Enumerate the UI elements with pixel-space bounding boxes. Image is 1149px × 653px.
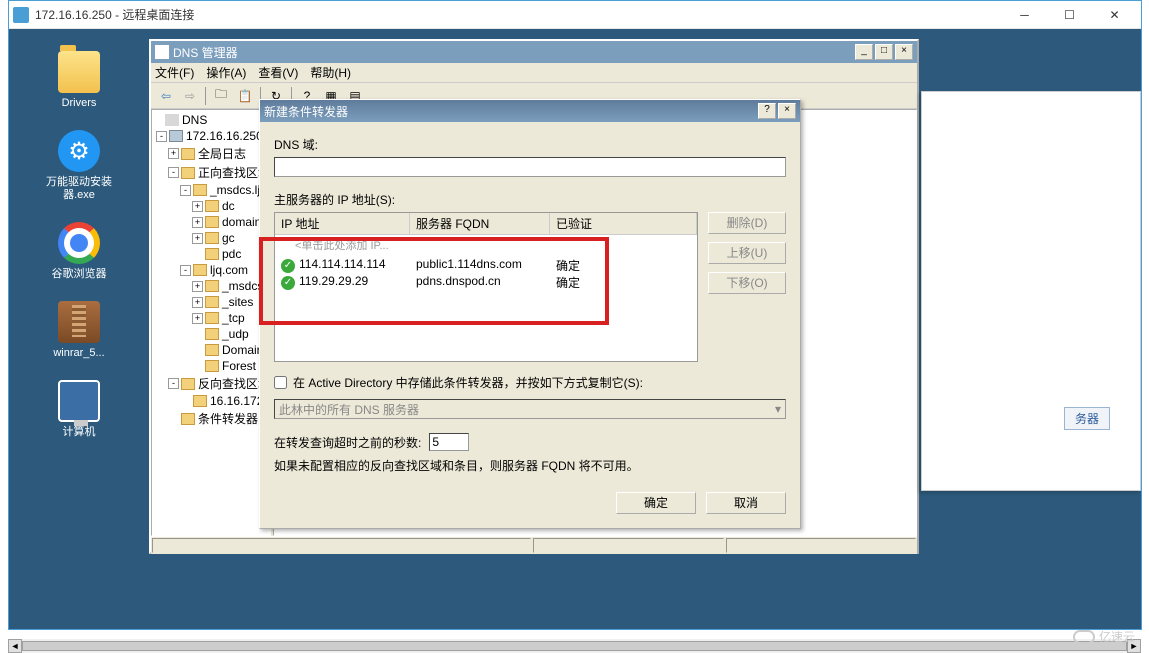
dialog-footer: 确定 取消 [274,492,786,514]
menu-action[interactable]: 操作(A) [206,64,246,81]
tree-conditional-forwarders[interactable]: 条件转发器 [152,409,270,428]
watermark: 亿速云 [1073,628,1135,645]
computer-icon [58,380,100,422]
cloud-icon [1073,630,1095,644]
tree-forestdns[interactable]: Forest [152,358,270,374]
remote-desktop: Drivers ⚙ 万能驱动安装器.exe 谷歌浏览器 winrar_5... … [9,29,1141,629]
desktop-area: Drivers ⚙ 万能驱动安装器.exe 谷歌浏览器 winrar_5... … [9,29,149,629]
minimize-button[interactable]: ─ [1002,2,1047,28]
col-fqdn[interactable]: 服务器 FQDN [410,213,550,234]
move-up-button[interactable]: 上移(U) [708,242,786,264]
right-panel: 务器 [921,91,1141,491]
rdp-icon [13,7,29,23]
tree-domain[interactable]: +domain [152,214,270,230]
tree-dc[interactable]: +dc [152,198,270,214]
up-button[interactable]: 🗀 [210,86,232,106]
store-in-ad-label: 在 Active Directory 中存储此条件转发器，并按如下方式复制它(S… [293,374,643,391]
maximize-button[interactable]: ☐ [1047,2,1092,28]
timeout-row: 在转发查询超时之前的秒数: [274,433,786,451]
dns-minimize-button[interactable]: _ [855,44,873,60]
tree-tcp[interactable]: +_tcp [152,310,270,326]
desktop-icon-winrar[interactable]: winrar_5... [39,301,119,360]
list-buttons: 删除(D) 上移(U) 下移(O) [708,212,786,362]
desktop-icon-computer[interactable]: 计算机 [39,380,119,439]
delete-button[interactable]: 删除(D) [708,212,786,234]
tree-gc[interactable]: +gc [152,230,270,246]
dns-domain-input[interactable] [274,157,786,177]
list-header: IP 地址 服务器 FQDN 已验证 [275,213,697,235]
rdp-title: 172.16.16.250 - 远程桌面连接 [35,6,1002,23]
dialog-body: DNS 域: 主服务器的 IP 地址(S): IP 地址 服务器 FQDN 已验… [260,122,800,528]
tree-reverse-zones[interactable]: -反向查找区域 [152,374,270,393]
menu-view[interactable]: 查看(V) [258,64,298,81]
folder-icon [58,51,100,93]
tree-zone-ljq[interactable]: -ljq.com [152,262,270,278]
forward-button[interactable]: ⇨ [179,86,201,106]
tree-pdc[interactable]: pdc [152,246,270,262]
server-button[interactable]: 务器 [1064,407,1110,430]
desktop-icon-driver-installer[interactable]: ⚙ 万能驱动安装器.exe [39,130,119,202]
move-down-button[interactable]: 下移(O) [708,272,786,294]
check-icon: ✓ [281,259,295,273]
desktop-icon-drivers[interactable]: Drivers [39,51,119,110]
dns-domain-label: DNS 域: [274,136,786,153]
scroll-thumb[interactable] [22,641,1127,651]
store-in-ad-row: 在 Active Directory 中存储此条件转发器，并按如下方式复制它(S… [274,374,786,391]
tree-sites[interactable]: +_sites [152,294,270,310]
tree-zone-msdcs[interactable]: -_msdcs.lj [152,182,270,198]
chevron-down-icon: ▾ [775,402,781,416]
tree-domaindns[interactable]: Domain [152,342,270,358]
tree-global-log[interactable]: +全局日志 [152,144,270,163]
tree-root[interactable]: DNS [152,112,270,128]
tree-server[interactable]: -172.16.16.250 [152,128,270,144]
conditional-forwarder-dialog: 新建条件转发器 ? × DNS 域: 主服务器的 IP 地址(S): IP 地址… [259,99,801,529]
rdp-window: 172.16.16.250 - 远程桌面连接 ─ ☐ ✕ Drivers ⚙ 万… [8,0,1142,630]
dialog-titlebar[interactable]: 新建条件转发器 ? × [260,100,800,122]
fqdn-note: 如果未配置相应的反向查找区域和条目，则服务器 FQDN 将不可用。 [274,457,786,474]
tree-reverse-zone-1[interactable]: 16.16.172 [152,393,270,409]
desktop-icon-chrome[interactable]: 谷歌浏览器 [39,222,119,281]
winrar-icon [58,301,100,343]
menubar: 文件(F) 操作(A) 查看(V) 帮助(H) [151,63,917,83]
col-ip[interactable]: IP 地址 [275,213,410,234]
col-validated[interactable]: 已验证 [550,213,697,234]
cancel-button[interactable]: 取消 [706,492,786,514]
tree-msdcs2[interactable]: +_msdcs [152,278,270,294]
store-in-ad-checkbox[interactable] [274,376,287,389]
properties-button[interactable]: 📋 [234,86,256,106]
replication-scope-select[interactable]: 此林中的所有 DNS 服务器 ▾ [274,399,786,419]
dns-app-icon [155,45,169,59]
server-row-0[interactable]: ✓114.114.114.114 public1.114dns.com 确定 [275,255,697,272]
menu-file[interactable]: 文件(F) [155,64,194,81]
dialog-help-button[interactable]: ? [758,103,776,119]
status-bar [151,536,917,554]
add-ip-placeholder[interactable]: <单击此处添加 IP... [275,235,697,255]
tree-pane[interactable]: DNS -172.16.16.250 +全局日志 -正向查找区域 -_msdcs… [151,109,271,536]
server-row-1[interactable]: ✓119.29.29.29 pdns.dnspod.cn 确定 [275,272,697,289]
chrome-icon [58,222,100,264]
rdp-titlebar[interactable]: 172.16.16.250 - 远程桌面连接 ─ ☐ ✕ [9,1,1141,29]
dns-maximize-button[interactable]: □ [875,44,893,60]
dns-titlebar[interactable]: DNS 管理器 _ □ × [151,41,917,63]
tree-udp[interactable]: _udp [152,326,270,342]
dialog-title: 新建条件转发器 [264,103,756,120]
master-servers-label: 主服务器的 IP 地址(S): [274,191,786,208]
menu-help[interactable]: 帮助(H) [310,64,351,81]
check-icon: ✓ [281,276,295,290]
tree-forward-zones[interactable]: -正向查找区域 [152,163,270,182]
dialog-close-button[interactable]: × [778,103,796,119]
horizontal-scrollbar[interactable]: ◄ ► [8,639,1141,653]
dns-close-button[interactable]: × [895,44,913,60]
back-button[interactable]: ⇦ [155,86,177,106]
timeout-input[interactable] [429,433,469,451]
scroll-left-icon[interactable]: ◄ [8,639,22,653]
timeout-label: 在转发查询超时之前的秒数: [274,434,421,451]
gear-icon: ⚙ [58,130,100,172]
close-button[interactable]: ✕ [1092,2,1137,28]
dns-title: DNS 管理器 [173,44,853,61]
master-servers-list[interactable]: IP 地址 服务器 FQDN 已验证 <单击此处添加 IP... ✓114.11… [274,212,698,362]
ok-button[interactable]: 确定 [616,492,696,514]
